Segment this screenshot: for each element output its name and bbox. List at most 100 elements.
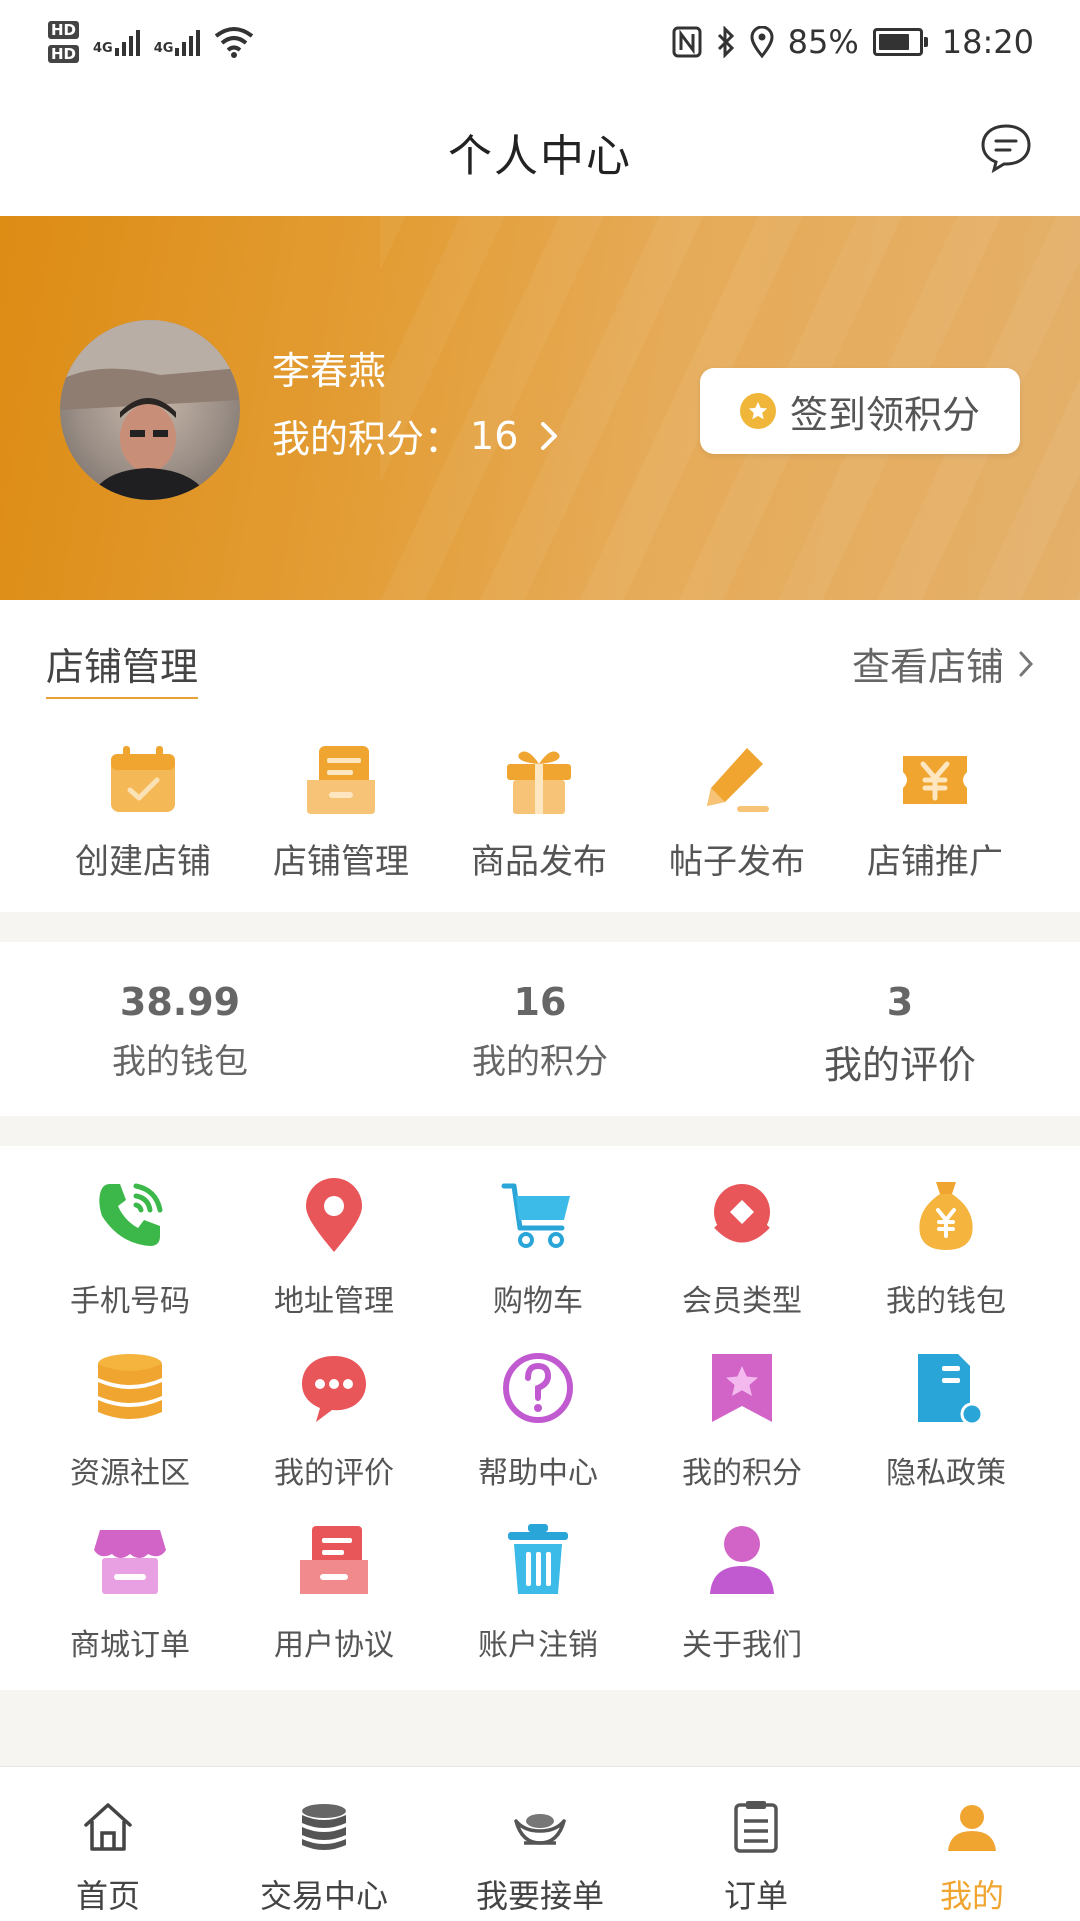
wifi-icon bbox=[215, 27, 254, 58]
function-row: 手机号码 地址管理 购物车 会员类型 我的钱包 bbox=[28, 1176, 1048, 1320]
function-label: 用户协议 bbox=[274, 1628, 394, 1663]
database-icon bbox=[98, 1354, 162, 1419]
function-row: 资源社区 我的评价 帮助中心 我的积分 隐私政策 bbox=[28, 1348, 1048, 1492]
function-grid: 手机号码 地址管理 购物车 会员类型 我的钱包 资源社区 我的评价 帮助中心 我… bbox=[0, 1146, 1080, 1690]
func-mall-orders[interactable]: 商城订单 bbox=[28, 1520, 232, 1664]
bluetooth-icon bbox=[717, 26, 734, 58]
points-label: 我的积分： bbox=[272, 417, 463, 461]
points-link[interactable]: 我的积分： 16 bbox=[272, 408, 558, 463]
stat-reviews[interactable]: 3 我的评价 bbox=[720, 942, 1080, 1116]
question-icon bbox=[503, 1353, 573, 1423]
tab-take-orders[interactable]: 我要接单 bbox=[432, 1767, 648, 1921]
stat-value: 16 bbox=[513, 980, 567, 1024]
user-icon bbox=[710, 1526, 774, 1594]
tab-label: 交易中心 bbox=[259, 1877, 388, 1915]
store-section: 店铺管理 查看店铺 创建店铺 店铺管理 商品发布 帖子发布 店铺推广 bbox=[0, 600, 1080, 912]
star-bookmark-icon bbox=[712, 1354, 772, 1422]
privacy-doc-icon bbox=[918, 1354, 984, 1426]
stat-value: 38.99 bbox=[119, 980, 241, 1024]
function-label: 会员类型 bbox=[682, 1284, 802, 1319]
view-store-link[interactable]: 查看店铺 bbox=[852, 636, 1034, 691]
stat-points[interactable]: 16 我的积分 bbox=[360, 942, 720, 1116]
func-member[interactable]: 会员类型 bbox=[640, 1176, 844, 1320]
member-badge-icon bbox=[714, 1184, 770, 1243]
store-section-title: 店铺管理 bbox=[46, 636, 199, 699]
stat-label: 我的评价 bbox=[823, 1043, 976, 1087]
function-label: 帮助中心 bbox=[478, 1456, 598, 1491]
document-icon bbox=[307, 746, 375, 814]
func-reviews[interactable]: 我的评价 bbox=[232, 1348, 436, 1492]
tab-orders[interactable]: 订单 bbox=[648, 1767, 864, 1921]
avatar[interactable] bbox=[60, 320, 240, 500]
store-item-manage[interactable]: 店铺管理 bbox=[242, 740, 440, 883]
page-title: 个人中心 bbox=[448, 131, 632, 182]
func-about-us[interactable]: 关于我们 bbox=[640, 1520, 844, 1664]
function-label: 隐私政策 bbox=[886, 1456, 1006, 1491]
func-address[interactable]: 地址管理 bbox=[232, 1176, 436, 1320]
location-pin-icon bbox=[306, 1178, 362, 1252]
network-type-2: 4G bbox=[153, 41, 174, 56]
points-value: 16 bbox=[470, 413, 519, 458]
coins-icon bbox=[302, 1804, 346, 1850]
tab-trade-center[interactable]: 交易中心 bbox=[216, 1767, 432, 1921]
store-item-label: 店铺管理 bbox=[273, 842, 409, 882]
store-item-promote[interactable]: 店铺推广 bbox=[836, 740, 1034, 883]
function-label: 我的积分 bbox=[682, 1456, 802, 1491]
chat-bubble-icon bbox=[302, 1356, 366, 1422]
func-cart[interactable]: 购物车 bbox=[436, 1176, 640, 1320]
function-label: 地址管理 bbox=[274, 1284, 394, 1319]
clipboard-icon bbox=[734, 1801, 778, 1853]
store-item-publish-post[interactable]: 帖子发布 bbox=[638, 740, 836, 883]
tab-home[interactable]: 首页 bbox=[0, 1767, 216, 1921]
store-item-label: 创建店铺 bbox=[75, 842, 211, 882]
user-name: 李春燕 bbox=[272, 349, 387, 393]
stat-label: 我的积分 bbox=[472, 1042, 608, 1082]
tab-mine[interactable]: 我的 bbox=[864, 1767, 1080, 1921]
calendar-check-icon bbox=[111, 746, 175, 812]
top-header: 个人中心 bbox=[0, 84, 1080, 216]
view-store-label: 查看店铺 bbox=[851, 645, 1004, 689]
star-icon bbox=[739, 393, 776, 429]
func-agreement[interactable]: 用户协议 bbox=[232, 1520, 436, 1664]
section-divider bbox=[0, 1690, 1080, 1766]
func-wallet[interactable]: 我的钱包 bbox=[844, 1176, 1048, 1320]
phone-icon bbox=[99, 1183, 163, 1246]
function-label: 账户注销 bbox=[478, 1628, 598, 1663]
func-points[interactable]: 我的积分 bbox=[640, 1348, 844, 1492]
func-phone[interactable]: 手机号码 bbox=[28, 1176, 232, 1320]
store-item-create[interactable]: 创建店铺 bbox=[44, 740, 242, 883]
chevron-right-icon bbox=[541, 421, 558, 450]
money-bag-icon bbox=[919, 1182, 973, 1250]
func-community[interactable]: 资源社区 bbox=[28, 1348, 232, 1492]
gift-icon bbox=[507, 751, 571, 814]
stat-wallet[interactable]: 38.99 我的钱包 bbox=[0, 942, 360, 1116]
function-label: 我的钱包 bbox=[886, 1284, 1006, 1319]
section-divider bbox=[0, 1116, 1080, 1146]
clock: 18:20 bbox=[941, 23, 1034, 61]
ingot-icon bbox=[514, 1814, 566, 1845]
message-icon[interactable] bbox=[978, 120, 1034, 176]
function-label: 我的评价 bbox=[274, 1456, 394, 1491]
store-item-publish-goods[interactable]: 商品发布 bbox=[440, 740, 638, 883]
signal-icon: 4G bbox=[93, 28, 140, 56]
nfc-icon bbox=[672, 26, 702, 58]
func-privacy[interactable]: 隐私政策 bbox=[844, 1348, 1048, 1492]
store-item-label: 帖子发布 bbox=[669, 842, 805, 882]
signal-icon-2: 4G bbox=[154, 28, 201, 56]
status-right: 85% 18:20 bbox=[672, 16, 1034, 68]
avatar-photo bbox=[60, 320, 240, 500]
tab-label: 首页 bbox=[75, 1877, 140, 1915]
func-delete-account[interactable]: 账户注销 bbox=[436, 1520, 640, 1664]
user-icon bbox=[948, 1805, 996, 1851]
status-left: HD HD 4G 4G bbox=[48, 12, 254, 72]
signin-label: 签到领积分 bbox=[789, 392, 980, 437]
signin-button[interactable]: 签到领积分 bbox=[700, 368, 1020, 454]
store-item-label: 店铺推广 bbox=[867, 842, 1003, 882]
function-label: 手机号码 bbox=[70, 1284, 190, 1319]
location-icon bbox=[750, 26, 774, 58]
function-label: 购物车 bbox=[493, 1284, 583, 1319]
yen-ticket-icon bbox=[903, 756, 967, 804]
cart-icon bbox=[501, 1183, 570, 1248]
func-help[interactable]: 帮助中心 bbox=[436, 1348, 640, 1492]
battery-percent: 85% bbox=[787, 23, 859, 61]
